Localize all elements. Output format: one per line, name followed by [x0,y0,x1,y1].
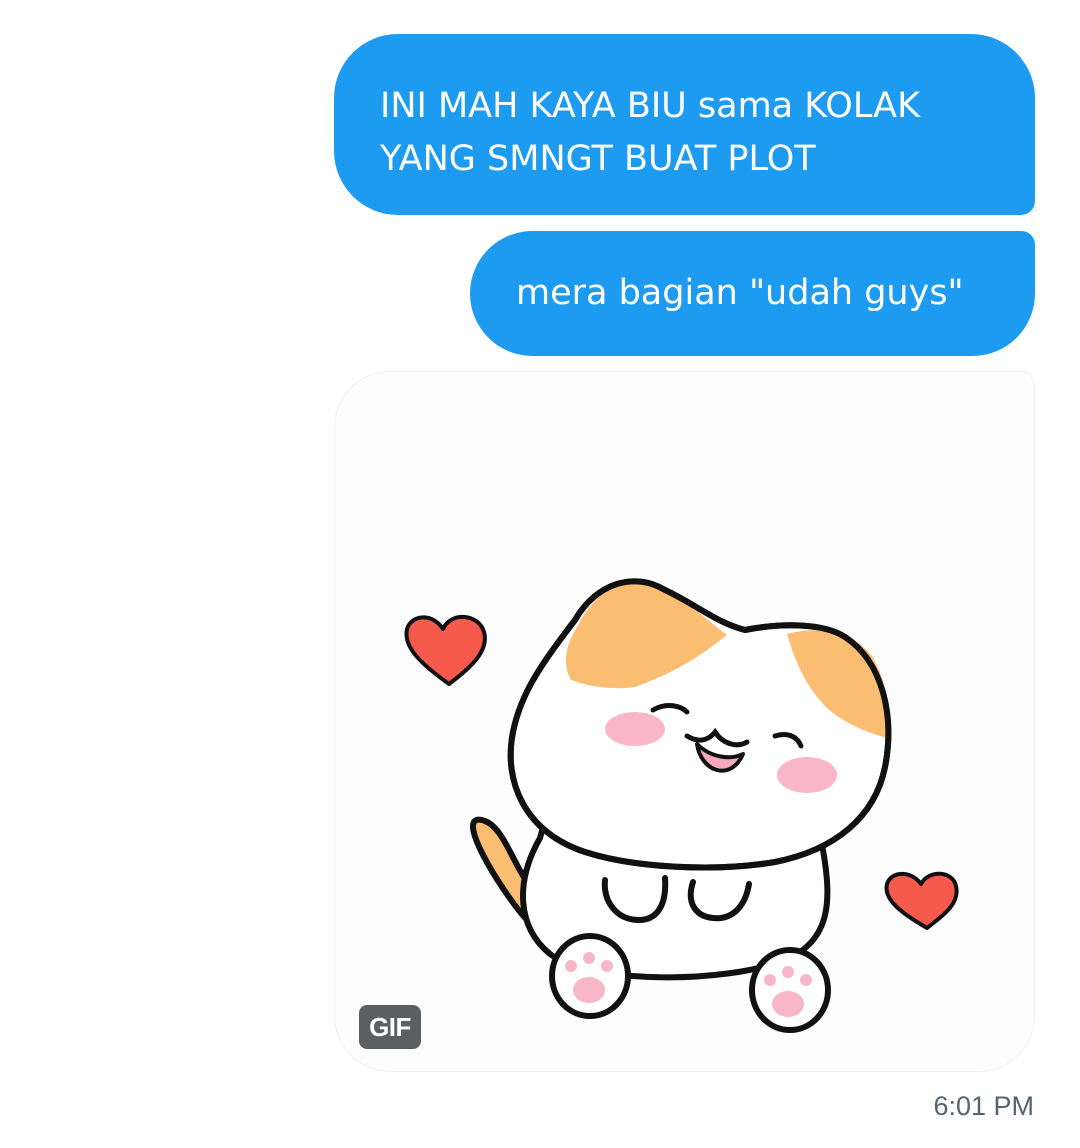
gif-message[interactable]: GIF [334,371,1035,1072]
cat-sticker-image [404,578,959,1033]
cat-foot-right [749,947,831,1033]
gif-badge: GIF [359,1005,421,1049]
message-bubble-sent[interactable]: INI MAH KAYA BIU sama KOLAK YANG SMNGT B… [334,34,1035,215]
heart-left [404,614,487,686]
heart-right [884,871,959,930]
chat-thread: INI MAH KAYA BIU sama KOLAK YANG SMNGT B… [0,0,1080,1148]
message-text-line: YANG SMNGT BUAT PLOT [380,139,816,179]
message-text: mera bagian "udah guys" [516,273,964,313]
message-timestamp: 6:01 PM [933,1091,1034,1121]
cat-foot-left [549,933,631,1019]
message-text-line: INI MAH KAYA BIU sama KOLAK [380,86,921,126]
message-bubble-sent[interactable]: mera bagian "udah guys" [470,231,1035,356]
